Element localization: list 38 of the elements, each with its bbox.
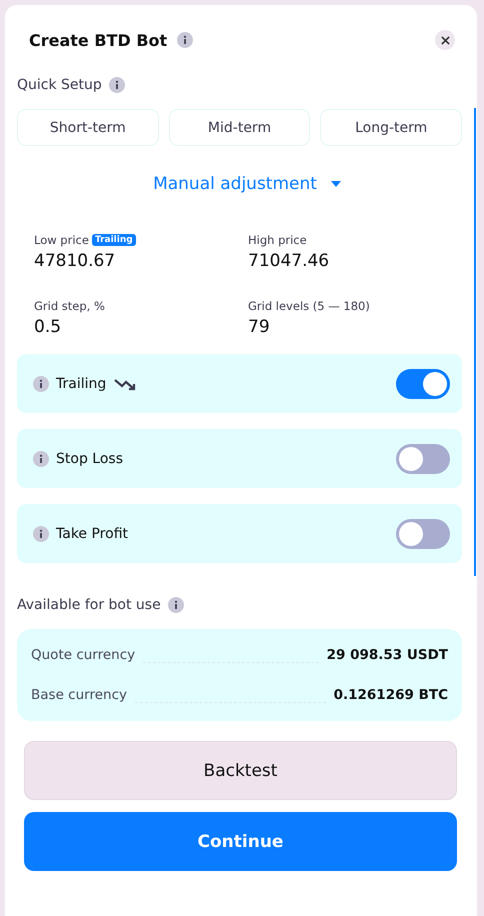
info-icon[interactable] xyxy=(33,526,49,542)
section-label: Available for bot use xyxy=(17,597,161,613)
balance-label: Base currency xyxy=(31,687,127,703)
backtest-button[interactable]: Backtest xyxy=(24,741,457,800)
toggle-switch[interactable] xyxy=(396,444,450,474)
scrollbar-thumb[interactable] xyxy=(474,108,476,576)
info-icon[interactable] xyxy=(108,77,125,93)
input-field[interactable]: 0.5 xyxy=(34,316,214,338)
field-label: Grid levels (5 — 180) xyxy=(248,299,370,313)
section-label: Quick Setup xyxy=(17,77,102,93)
trailing-badge: Trailing xyxy=(92,234,136,246)
preset-button[interactable]: Mid-term xyxy=(168,109,310,146)
input-field[interactable]: 47810.67 xyxy=(34,250,214,272)
setting-label: Take Profit xyxy=(56,526,128,542)
caret-icon xyxy=(330,181,341,187)
info-icon[interactable] xyxy=(33,450,49,466)
preset-button[interactable]: Short-term xyxy=(17,109,159,146)
balance-label: Quote currency xyxy=(31,647,136,663)
close-button[interactable] xyxy=(435,30,455,50)
continue-button[interactable]: Continue xyxy=(24,812,457,871)
setting-label: Trailing xyxy=(56,376,106,392)
input-field[interactable]: 79 xyxy=(248,316,428,338)
info-icon[interactable] xyxy=(177,32,194,48)
balance-value: 0.1261269 BTC xyxy=(334,687,448,703)
manual-adjustment-toggle[interactable]: Manual adjustment xyxy=(149,170,345,198)
field-label: Low price xyxy=(34,233,89,247)
toggle-switch[interactable] xyxy=(396,368,450,398)
close-icon xyxy=(440,36,450,44)
input-field[interactable]: 71047.46 xyxy=(248,250,428,272)
info-icon[interactable] xyxy=(168,597,184,613)
preset-button[interactable]: Long-term xyxy=(320,109,462,146)
field-label: Grid step, % xyxy=(34,299,105,313)
toggle-switch[interactable] xyxy=(396,518,450,548)
setting-label: Stop Loss xyxy=(56,450,123,466)
info-icon[interactable] xyxy=(33,376,49,392)
dialog-title: Create BTD Bot xyxy=(29,30,168,50)
balance-value: 29 098.53 USDT xyxy=(326,647,448,663)
field-label: High price xyxy=(248,233,307,247)
